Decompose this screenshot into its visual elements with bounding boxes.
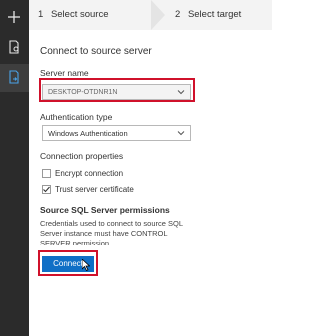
new-project-button[interactable] xyxy=(0,4,29,32)
connection-properties-label: Connection properties xyxy=(40,151,124,161)
project-button[interactable] xyxy=(0,34,29,62)
plus-icon xyxy=(8,11,20,23)
step-separator xyxy=(151,0,165,30)
document-icon xyxy=(9,40,19,54)
mouse-pointer-icon xyxy=(82,259,90,271)
step-number: 2 xyxy=(175,9,181,20)
connect-source-panel: Connect to source server Server name DES… xyxy=(29,30,272,336)
left-rail xyxy=(0,0,29,336)
checkmark-icon xyxy=(43,186,50,193)
highlight-box-server xyxy=(39,78,195,102)
trust-certificate-label: Trust server certificate xyxy=(55,185,134,194)
step-select-target[interactable]: 2 Select target xyxy=(175,9,241,20)
panel-title: Connect to source server xyxy=(40,46,152,57)
server-name-label: Server name xyxy=(40,68,89,78)
auth-type-value: Windows Authentication xyxy=(48,129,128,138)
permissions-heading: Source SQL Server permissions xyxy=(40,205,170,215)
assessment-button[interactable] xyxy=(0,64,29,92)
step-select-source[interactable]: 1 Select source xyxy=(38,9,109,20)
auth-type-label: Authentication type xyxy=(40,112,113,122)
encrypt-connection-label: Encrypt connection xyxy=(55,169,124,178)
step-label: Select target xyxy=(187,9,242,20)
wizard-steps: 1 Select source 2 Select target xyxy=(29,0,272,30)
auth-type-dropdown[interactable]: Windows Authentication xyxy=(42,125,191,141)
chevron-down-icon xyxy=(177,129,185,139)
encrypt-connection-checkbox[interactable] xyxy=(42,169,51,178)
step-label: Select source xyxy=(50,9,109,20)
step-number: 1 xyxy=(38,9,44,20)
trust-certificate-checkbox[interactable] xyxy=(42,185,51,194)
permissions-description: Credentials used to connect to source SQ… xyxy=(40,219,183,245)
assessment-icon xyxy=(9,70,19,84)
